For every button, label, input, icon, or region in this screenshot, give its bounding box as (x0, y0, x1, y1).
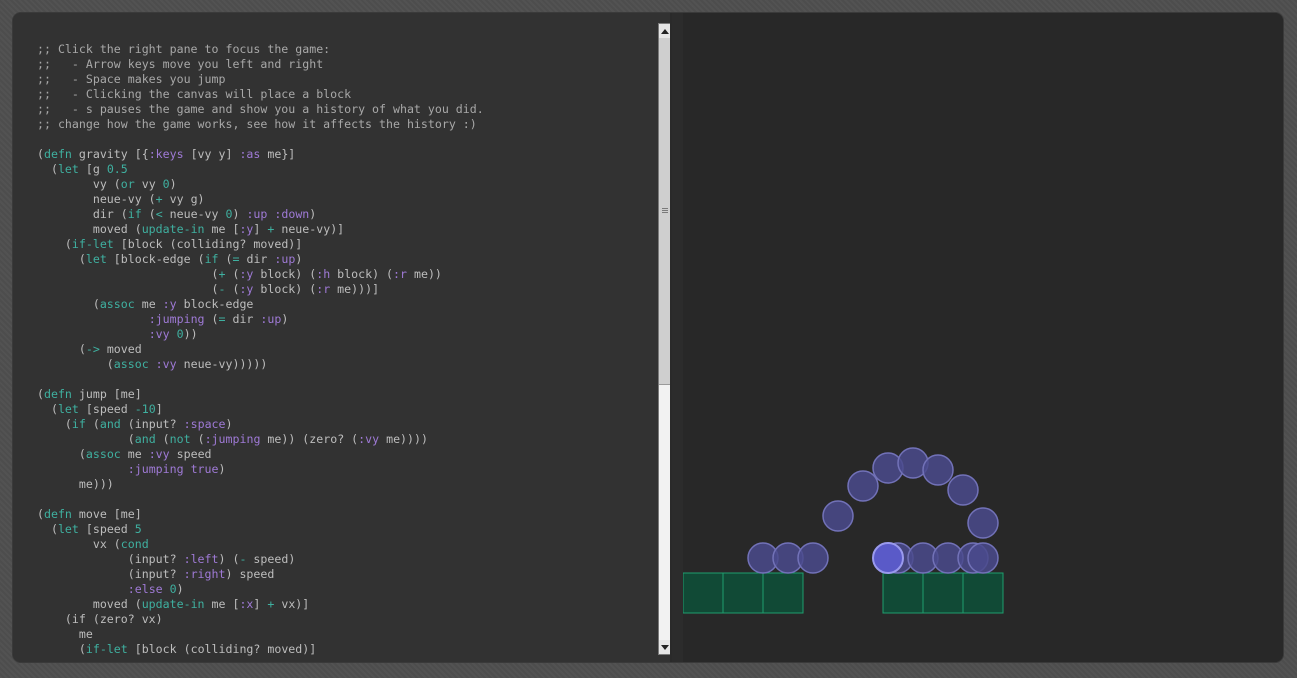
scroll-up-button[interactable] (659, 24, 670, 38)
code-line[interactable]: dir (if (< neue-vy 0) :up :down) (37, 207, 484, 222)
block (882, 572, 924, 614)
game-canvas[interactable] (683, 13, 1283, 662)
scroll-down-button[interactable] (659, 640, 670, 654)
pane-divider[interactable] (672, 13, 683, 662)
code-line[interactable]: ;; - s pauses the game and show you a hi… (37, 102, 484, 117)
code-line[interactable]: me (37, 627, 484, 642)
code-line[interactable]: neue-vy (+ vy g) (37, 192, 484, 207)
code-line[interactable]: (defn jump [me] (37, 387, 484, 402)
history-ghost (797, 542, 829, 574)
code-line[interactable]: (assoc me :y block-edge (37, 297, 484, 312)
code-line[interactable]: (+ (:y block) (:h block) (:r me)) (37, 267, 484, 282)
code-line[interactable]: :vy 0)) (37, 327, 484, 342)
history-ghost (822, 500, 854, 532)
code-line[interactable]: moved (update-in me [:x] + vx)] (37, 597, 484, 612)
history-ghost (947, 474, 979, 506)
history-ghost (922, 454, 954, 486)
code-line[interactable]: (let [speed 5 (37, 522, 484, 537)
grip-icon (662, 208, 668, 214)
block (683, 572, 724, 614)
code-line[interactable] (37, 132, 484, 147)
code-editor[interactable]: ;; Click the right pane to focus the gam… (13, 13, 670, 662)
code-line[interactable]: (defn gravity [{:keys [vy y] :as me}] (37, 147, 484, 162)
block (762, 572, 804, 614)
code-line[interactable]: me))) (37, 477, 484, 492)
app-frame: ;; Click the right pane to focus the gam… (13, 13, 1283, 662)
code-line[interactable]: ;; - Arrow keys move you left and right (37, 57, 484, 72)
code-line[interactable]: (if-let [block (colliding? moved)] (37, 237, 484, 252)
code-line[interactable]: (- (:y block) (:r me)))] (37, 282, 484, 297)
block (722, 572, 764, 614)
code-line[interactable]: vy (or vy 0) (37, 177, 484, 192)
code-line[interactable]: ;; change how the game works, see how it… (37, 117, 484, 132)
code-line[interactable]: (if-let [block (colliding? moved)] (37, 642, 484, 657)
code-line[interactable] (37, 372, 484, 387)
code-line[interactable]: (let [speed -10] (37, 402, 484, 417)
scrollbar-thumb[interactable] (659, 38, 670, 385)
code-line[interactable]: :else 0) (37, 582, 484, 597)
code-line[interactable]: :jumping (= dir :up) (37, 312, 484, 327)
code-line[interactable]: moved (update-in me [:y] + neue-vy)] (37, 222, 484, 237)
code-line[interactable]: (assoc :vy neue-vy))))) (37, 357, 484, 372)
code-line[interactable]: (if (and (input? :space) (37, 417, 484, 432)
game-scene[interactable] (683, 13, 1283, 662)
arrow-up-icon (661, 28, 669, 34)
code-line[interactable]: (if (zero? vx) (37, 612, 484, 627)
history-ghost (967, 507, 999, 539)
code-line[interactable] (37, 492, 484, 507)
code-line[interactable]: ;; - Space makes you jump (37, 72, 484, 87)
code-line[interactable]: ;; Click the right pane to focus the gam… (37, 42, 484, 57)
history-ghost (847, 470, 879, 502)
block (962, 572, 1004, 614)
code-line[interactable]: (assoc me :vy speed (37, 447, 484, 462)
code-line[interactable]: (let [block-edge (if (= dir :up) (37, 252, 484, 267)
editor-scrollbar[interactable] (658, 23, 670, 655)
code-line[interactable]: :jumping true) (37, 462, 484, 477)
code-line[interactable]: vx (cond (37, 537, 484, 552)
code-text[interactable]: ;; Click the right pane to focus the gam… (37, 42, 484, 657)
code-line[interactable]: (let [g 0.5 (37, 162, 484, 177)
block (922, 572, 964, 614)
code-line[interactable]: ;; - Clicking the canvas will place a bl… (37, 87, 484, 102)
code-line[interactable]: (input? :right) speed (37, 567, 484, 582)
code-line[interactable]: (input? :left) (- speed) (37, 552, 484, 567)
history-ghost (967, 542, 999, 574)
code-line[interactable]: (and (not (:jumping me)) (zero? (:vy me)… (37, 432, 484, 447)
code-line[interactable]: (-> moved (37, 342, 484, 357)
code-line[interactable]: (defn move [me] (37, 507, 484, 522)
arrow-down-icon (661, 644, 669, 650)
player-ball (872, 542, 904, 574)
